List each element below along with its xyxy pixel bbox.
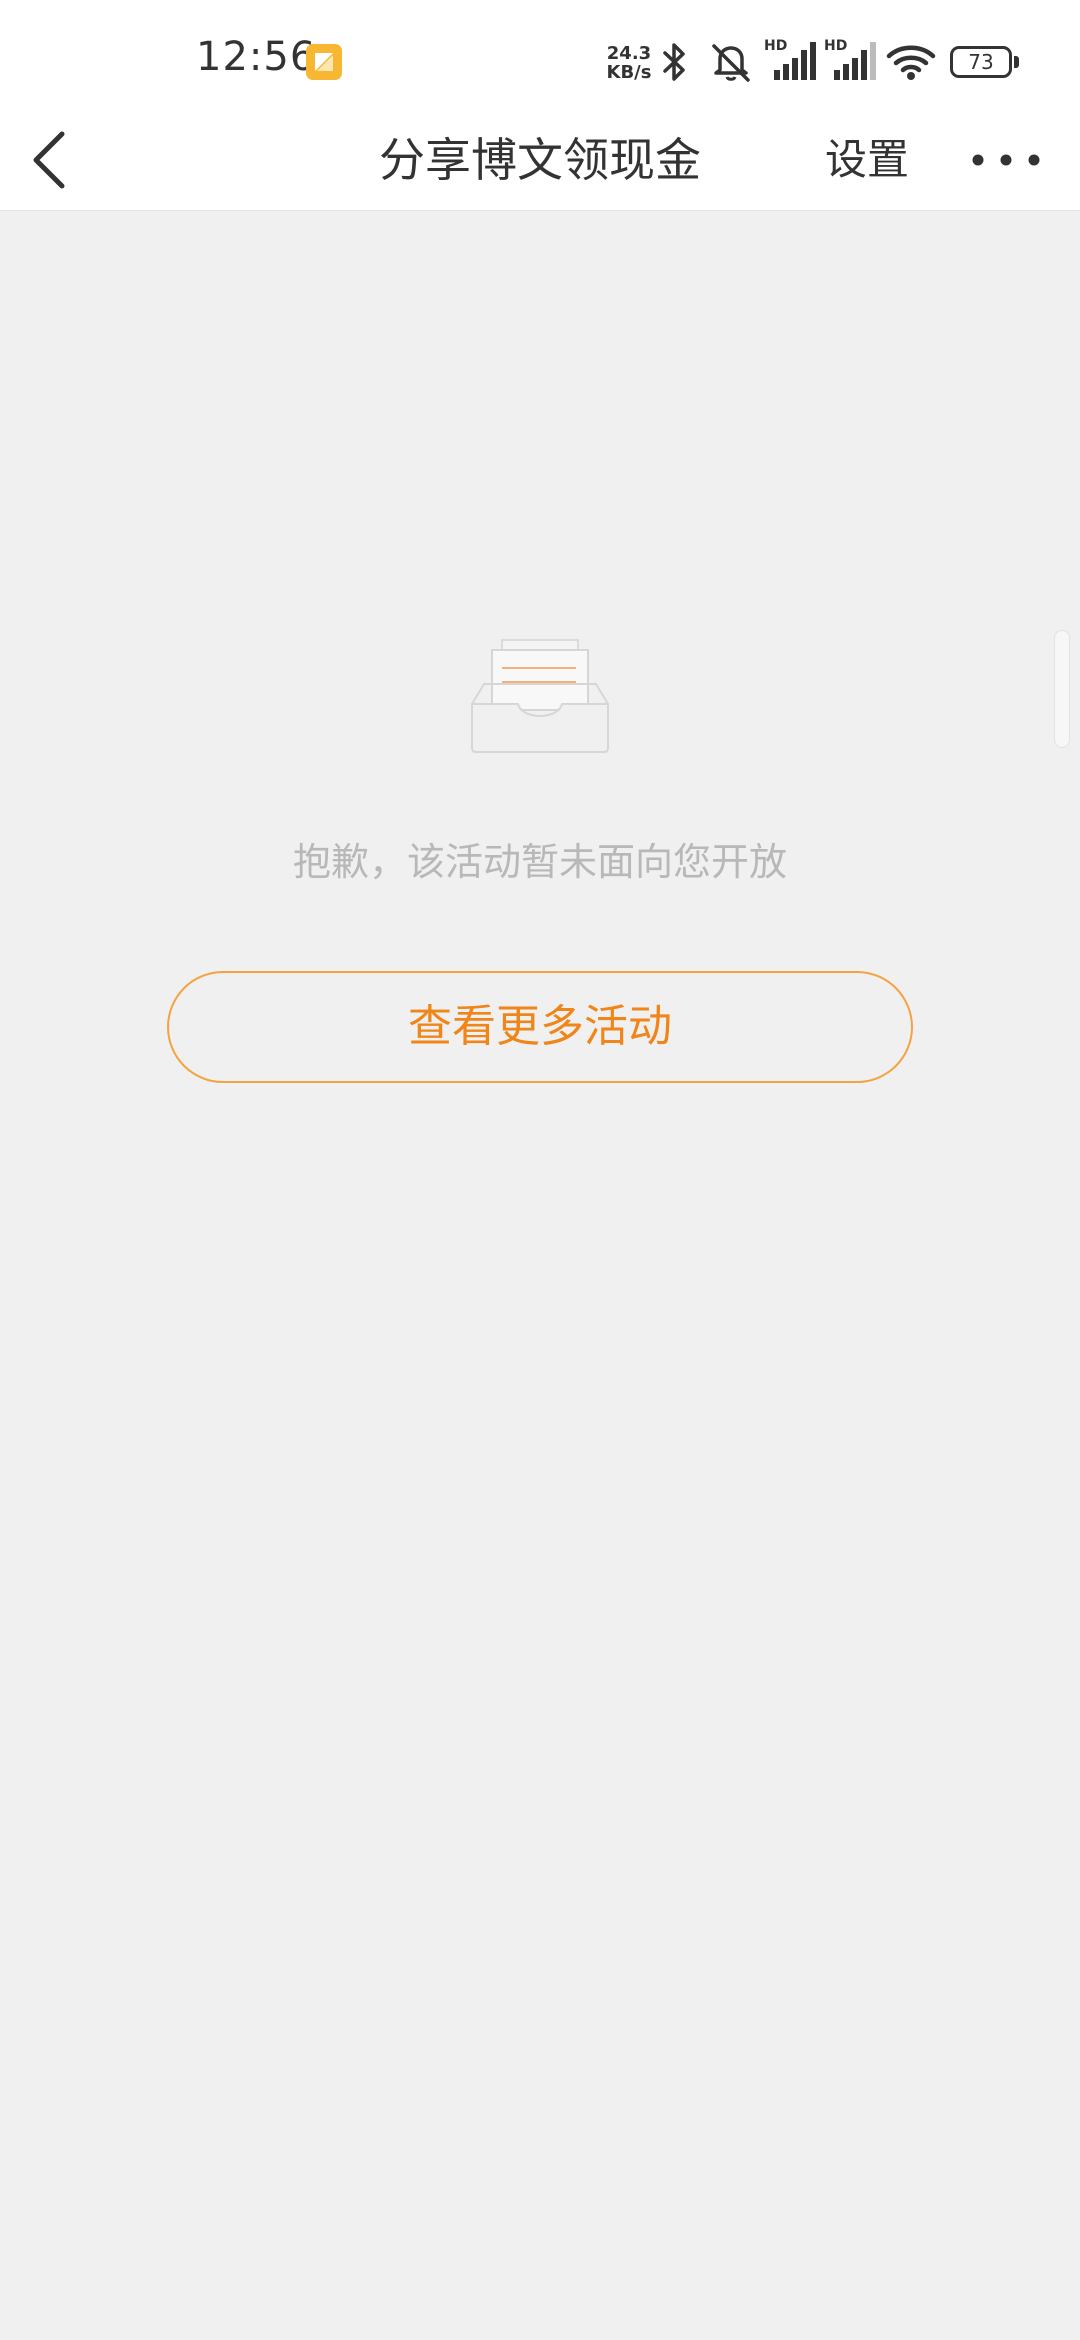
- status-bar: 12:56 24.3 KB/s HD HD 73: [0, 0, 1080, 110]
- view-more-activities-button[interactable]: 查看更多活动: [167, 971, 913, 1083]
- status-time: 12:56: [196, 34, 317, 80]
- back-button[interactable]: [20, 120, 100, 200]
- nav-bar: 分享博文领现金 设置: [0, 110, 1080, 211]
- signal-hd-label: HD: [764, 38, 788, 54]
- battery-icon: 73: [950, 46, 1020, 78]
- empty-inbox-icon: [471, 639, 609, 753]
- more-button[interactable]: [966, 130, 1046, 190]
- signal-hd-label: HD: [824, 38, 848, 54]
- network-speed-value: 24.3: [606, 43, 652, 64]
- signal-icon: HD: [764, 38, 816, 82]
- network-speed: 24.3 KB/s: [606, 44, 652, 82]
- wifi-icon: [886, 45, 936, 80]
- more-dots-icon: [972, 154, 1040, 166]
- bluetooth-icon: [663, 43, 685, 81]
- empty-state-message: 抱歉，该活动暂未面向您开放: [292, 840, 787, 884]
- chevron-left-icon: [33, 131, 65, 189]
- page-title: 分享博文领现金: [379, 133, 701, 187]
- notification-app-icon: [306, 44, 342, 80]
- mute-icon: [712, 44, 750, 82]
- battery-level: 73: [968, 50, 994, 74]
- scroll-indicator[interactable]: [1054, 630, 1070, 748]
- signal-icon: HD: [824, 38, 876, 82]
- network-speed-unit: KB/s: [606, 62, 652, 83]
- settings-button[interactable]: 设置: [812, 110, 922, 210]
